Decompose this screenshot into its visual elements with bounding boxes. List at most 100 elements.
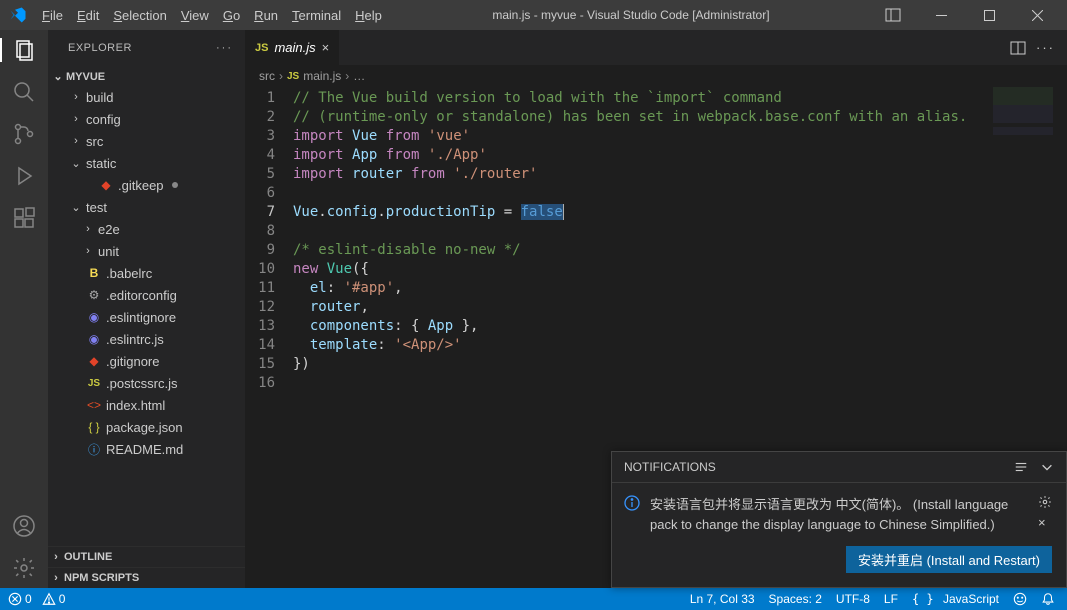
npm-label: NPM SCRIPTS	[64, 572, 139, 584]
notification-panel: NOTIFICATIONS 安装语言包并将显示语言更改为 中文(简体)。 (In…	[611, 451, 1067, 588]
notification-gear-icon[interactable]	[1038, 495, 1052, 509]
accounts-icon[interactable]	[12, 514, 36, 538]
status-bell-icon[interactable]	[1041, 592, 1055, 606]
tree-item-index-html[interactable]: <>index.html	[48, 394, 245, 416]
tree-item--babelrc[interactable]: B.babelrc	[48, 262, 245, 284]
tree-item--eslintignore[interactable]: ◉.eslintignore	[48, 306, 245, 328]
project-header[interactable]: ⌄MYVUE	[48, 67, 245, 86]
status-errors[interactable]: 0	[8, 592, 32, 606]
js-file-icon: JS	[287, 71, 299, 82]
readme-icon: ⓘ	[86, 441, 102, 458]
menu-view[interactable]: View	[174, 4, 216, 27]
tree-item--eslintrc-js[interactable]: ◉.eslintrc.js	[48, 328, 245, 350]
status-lncol[interactable]: Ln 7, Col 33	[690, 592, 755, 606]
outline-section[interactable]: ›OUTLINE	[48, 546, 245, 567]
js-file-icon: JS	[255, 42, 268, 54]
status-spaces[interactable]: Spaces: 2	[769, 592, 822, 606]
npm-scripts-section[interactable]: ›NPM SCRIPTS	[48, 567, 245, 588]
titlebar: FileEditSelectionViewGoRunTerminalHelp m…	[0, 0, 1067, 30]
babel-icon: B	[86, 266, 102, 280]
lang-label: JavaScript	[943, 592, 999, 606]
git-icon: ◆	[86, 354, 102, 368]
maximize-button[interactable]	[969, 0, 1009, 30]
status-eol[interactable]: LF	[884, 592, 898, 606]
tree-item-src[interactable]: ›src	[48, 130, 245, 152]
source-control-icon[interactable]	[12, 122, 36, 146]
explorer-title: EXPLORER	[68, 42, 132, 54]
code-area[interactable]: 12345678910111213141516 // The Vue build…	[245, 87, 1067, 393]
tree-item--editorconfig[interactable]: ⚙.editorconfig	[48, 284, 245, 306]
json-icon: { }	[86, 420, 102, 434]
window-title: main.js - myvue - Visual Studio Code [Ad…	[389, 8, 873, 22]
html-icon: <>	[86, 398, 102, 412]
file-tree: ›build›config›src⌄static◆.gitkeep⌄test›e…	[48, 86, 245, 460]
tree-item-build[interactable]: ›build	[48, 86, 245, 108]
notifications-title: NOTIFICATIONS	[624, 460, 716, 474]
tree-item--postcssrc-js[interactable]: JS.postcssrc.js	[48, 372, 245, 394]
menu-file[interactable]: File	[35, 4, 70, 27]
outline-label: OUTLINE	[64, 551, 112, 563]
sidebar: EXPLORER ··· ⌄MYVUE ›build›config›src⌄st…	[48, 30, 245, 588]
breadcrumb-src[interactable]: src	[259, 69, 275, 83]
git-icon: ◆	[98, 178, 114, 192]
code-lines[interactable]: // The Vue build version to load with th…	[293, 89, 1067, 393]
search-icon[interactable]	[12, 80, 36, 104]
tree-item-package-json[interactable]: { }package.json	[48, 416, 245, 438]
eslint-icon: ◉	[86, 332, 102, 346]
menu-terminal[interactable]: Terminal	[285, 4, 348, 27]
breadcrumb-file[interactable]: main.js	[303, 69, 341, 83]
notifications-list-icon[interactable]	[1014, 460, 1028, 474]
status-feedback-icon[interactable]	[1013, 592, 1027, 606]
extensions-icon[interactable]	[12, 206, 36, 230]
more-icon[interactable]: ···	[216, 42, 233, 54]
activity-bar	[0, 30, 48, 588]
app-icon	[0, 6, 35, 24]
cfg-icon: ⚙	[86, 288, 102, 302]
tree-item-README-md[interactable]: ⓘREADME.md	[48, 438, 245, 460]
collapse-icon[interactable]	[1040, 460, 1054, 474]
split-editor-icon[interactable]	[1010, 40, 1026, 56]
tab-bar: JS main.js × ···	[245, 30, 1067, 65]
tree-item-static[interactable]: ⌄static	[48, 152, 245, 174]
close-tab-icon[interactable]: ×	[322, 40, 330, 55]
tree-item--gitkeep[interactable]: ◆.gitkeep	[48, 174, 245, 196]
project-name: MYVUE	[66, 71, 105, 83]
tree-item-e2e[interactable]: ›e2e	[48, 218, 245, 240]
menu-bar: FileEditSelectionViewGoRunTerminalHelp	[35, 4, 389, 27]
sidebar-header: EXPLORER ···	[48, 30, 245, 65]
menu-run[interactable]: Run	[247, 4, 285, 27]
tree-item-config[interactable]: ›config	[48, 108, 245, 130]
more-actions-icon[interactable]: ···	[1036, 40, 1055, 55]
status-bar: 0 0 Ln 7, Col 33 Spaces: 2 UTF-8 LF { } …	[0, 588, 1067, 610]
errors-count: 0	[25, 592, 32, 606]
menu-help[interactable]: Help	[348, 4, 389, 27]
debug-icon[interactable]	[12, 164, 36, 188]
menu-edit[interactable]: Edit	[70, 4, 106, 27]
modified-indicator	[172, 182, 178, 188]
line-gutter: 12345678910111213141516	[245, 89, 293, 393]
minimap[interactable]	[993, 87, 1053, 167]
js-icon: JS	[86, 378, 102, 389]
breadcrumb[interactable]: src › JS main.js › …	[245, 65, 1067, 87]
minimize-button[interactable]	[921, 0, 961, 30]
notification-text: 安装语言包并将显示语言更改为 中文(简体)。 (Install language…	[650, 495, 1028, 534]
tree-item-unit[interactable]: ›unit	[48, 240, 245, 262]
layout-icon[interactable]	[873, 0, 913, 30]
breadcrumb-more[interactable]: …	[353, 69, 365, 83]
eslint-icon: ◉	[86, 310, 102, 324]
warnings-count: 0	[59, 592, 66, 606]
install-restart-button[interactable]: 安装并重启 (Install and Restart)	[846, 546, 1052, 573]
menu-go[interactable]: Go	[216, 4, 247, 27]
status-encoding[interactable]: UTF-8	[836, 592, 870, 606]
status-lang[interactable]: { } JavaScript	[912, 592, 999, 606]
tab-label: main.js	[274, 40, 315, 55]
tree-item--gitignore[interactable]: ◆.gitignore	[48, 350, 245, 372]
tab-main-js[interactable]: JS main.js ×	[245, 30, 339, 65]
explorer-icon[interactable]	[12, 38, 36, 62]
menu-selection[interactable]: Selection	[106, 4, 173, 27]
tree-item-test[interactable]: ⌄test	[48, 196, 245, 218]
status-warnings[interactable]: 0	[42, 592, 66, 606]
notification-close-icon[interactable]: ×	[1038, 513, 1052, 533]
settings-icon[interactable]	[12, 556, 36, 580]
close-button[interactable]	[1017, 0, 1057, 30]
